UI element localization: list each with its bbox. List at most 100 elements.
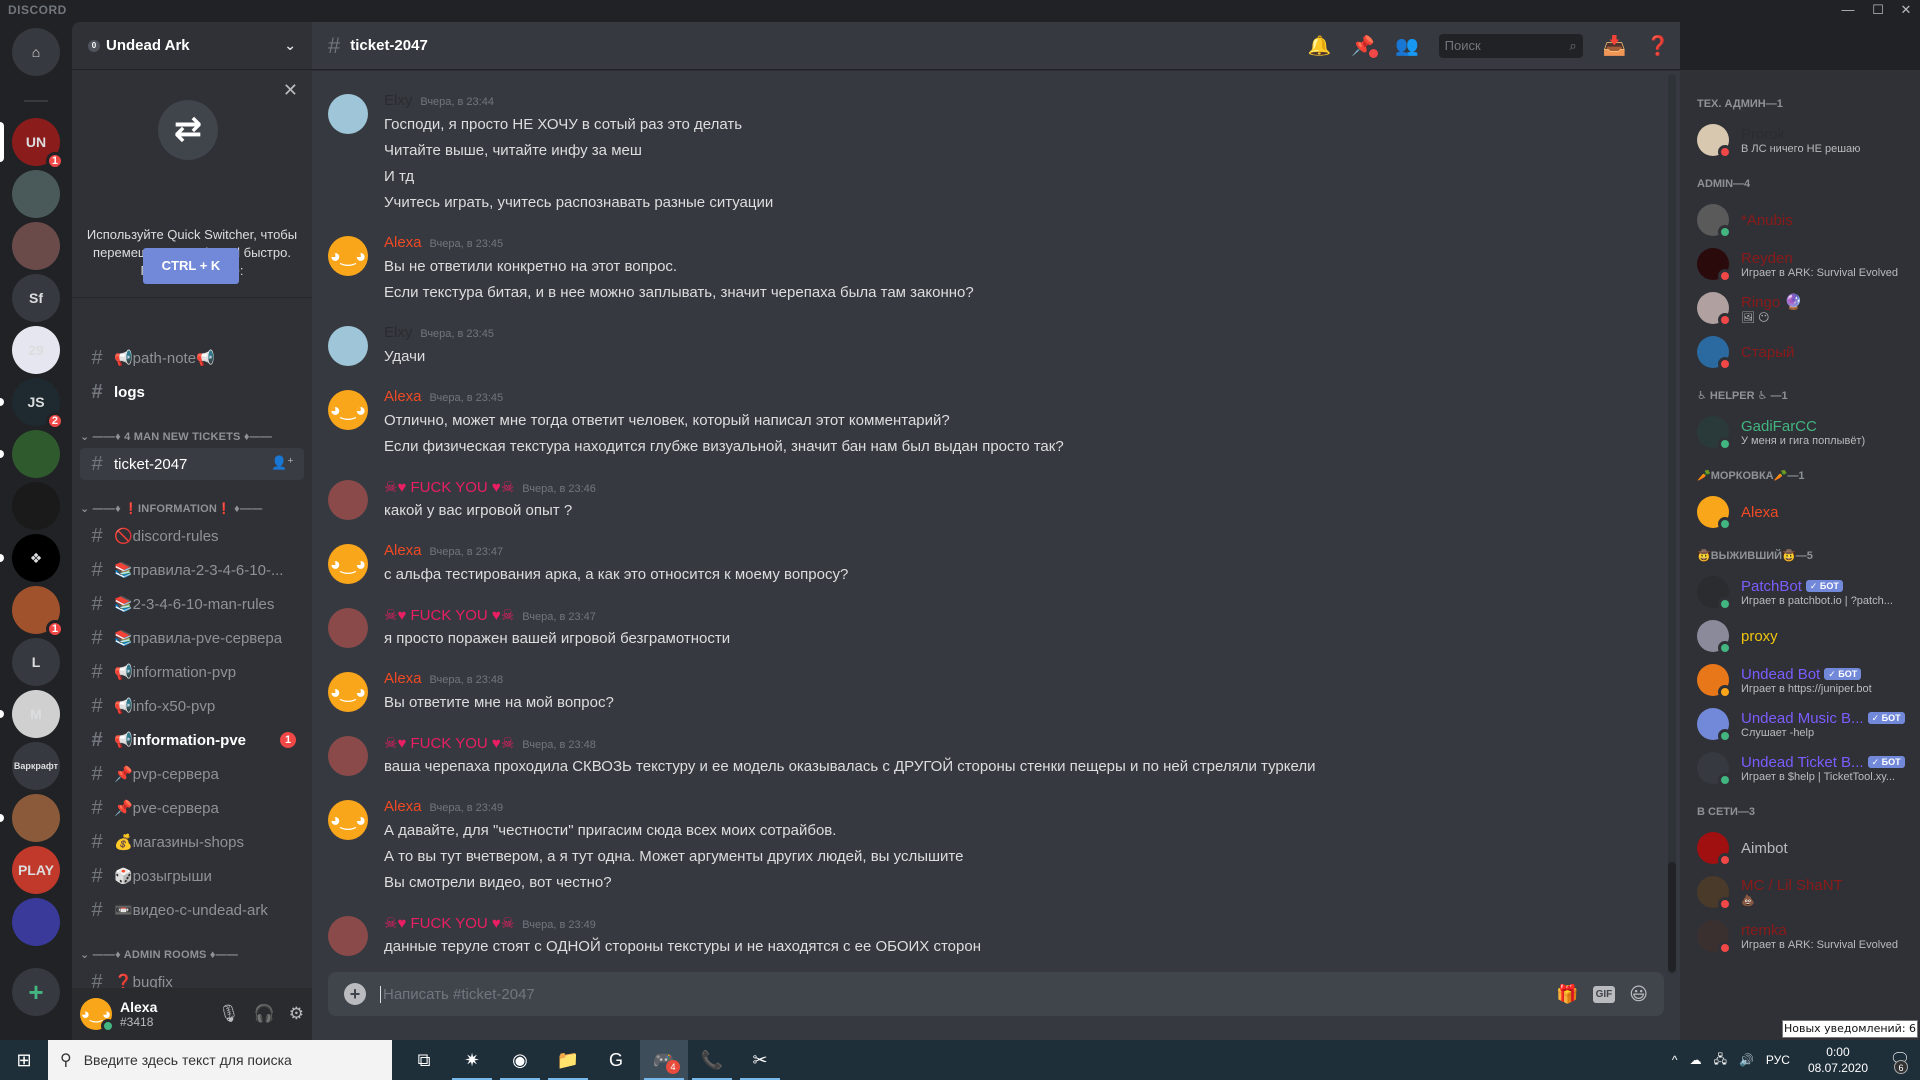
channel-item[interactable]: # ticket-2047 👤⁺ xyxy=(80,448,304,480)
discord-taskbar-icon[interactable]: 🎮 4 xyxy=(640,1040,688,1080)
author-avatar[interactable] xyxy=(328,608,368,648)
logitech-g-taskbar-icon[interactable]: G xyxy=(592,1040,640,1080)
server-icon[interactable]: ❖ xyxy=(0,534,60,582)
gif-icon[interactable]: GIF xyxy=(1592,985,1616,1003)
channel-category[interactable]: ⌄ ——♦ ❗INFORMATION❗ ♦—— xyxy=(72,490,312,518)
close-icon[interactable]: ✕ xyxy=(283,80,298,101)
author-avatar[interactable] xyxy=(328,480,368,520)
settings-gear-icon[interactable]: ⚙ xyxy=(289,1004,304,1024)
message-author[interactable]: Elxy xyxy=(384,324,412,341)
network-icon[interactable]: 🖧 xyxy=(1714,1050,1727,1071)
member-item[interactable]: Alexa xyxy=(1697,490,1912,534)
message-author[interactable]: Alexa xyxy=(384,798,422,815)
viber-taskbar-icon[interactable]: 📞 xyxy=(688,1040,736,1080)
chrome-taskbar-icon[interactable]: ◉ xyxy=(496,1040,544,1080)
close-window-button[interactable]: ✕ xyxy=(1892,0,1920,22)
upload-plus-icon[interactable]: + xyxy=(344,983,366,1005)
maximize-button[interactable]: ☐ xyxy=(1864,0,1892,22)
windows-start-icon[interactable]: ⊞ xyxy=(0,1040,48,1080)
message-author[interactable]: Elxy xyxy=(384,92,412,109)
server-icon[interactable]: UN 1 xyxy=(0,118,64,170)
message-author[interactable]: Alexa xyxy=(384,670,422,687)
channel-item[interactable]: # 📚правила-pve-сервера xyxy=(80,622,304,654)
server-icon[interactable] xyxy=(12,482,60,530)
channel-item[interactable]: # 📌pve-сервера xyxy=(80,792,304,824)
member-item[interactable]: *Anubis xyxy=(1697,198,1912,242)
inbox-icon[interactable]: 📥 xyxy=(1603,34,1627,58)
channel-item[interactable]: # logs xyxy=(80,376,304,408)
server-icon[interactable] xyxy=(12,222,60,270)
server-icon[interactable] xyxy=(12,898,60,946)
taskbar-search-input[interactable]: ⚲ Введите здесь текст для поиска xyxy=(48,1040,392,1080)
author-avatar[interactable] xyxy=(328,326,368,366)
member-item[interactable]: Ringo 🔮 🖼 😶 xyxy=(1697,286,1912,330)
volume-icon[interactable]: 🔊 xyxy=(1739,1053,1754,1067)
message-scrollbar[interactable] xyxy=(1668,74,1676,974)
channel-item[interactable]: # 📢path-note📢 xyxy=(80,342,304,374)
author-avatar[interactable]: ◕‿◕ xyxy=(328,800,368,840)
channel-item[interactable]: # 📚2-3-4-6-10-man-rules xyxy=(80,588,304,620)
channel-item[interactable]: # 📌pvp-сервера xyxy=(80,758,304,790)
invite-member-icon[interactable]: 👤⁺ xyxy=(271,455,294,471)
tray-chevron-icon[interactable]: ^ xyxy=(1672,1053,1678,1067)
cloud-icon[interactable]: ☁ xyxy=(1690,1053,1702,1067)
headphones-icon[interactable]: 🎧 xyxy=(254,1004,275,1024)
message-author[interactable]: ☠♥ FUCK YOU ♥☠ xyxy=(384,734,514,752)
channel-item[interactable]: # 📢information-pvp xyxy=(80,656,304,688)
member-item[interactable]: rtemka Играет в ARK: Survival Evolved xyxy=(1697,914,1912,958)
member-list-icon[interactable]: 👥 xyxy=(1395,34,1419,58)
message-author[interactable]: Alexa xyxy=(384,234,422,251)
emoji-icon[interactable]: 😃 xyxy=(1629,984,1648,1005)
channel-item[interactable]: # 🎲розыгрыши xyxy=(80,860,304,892)
help-icon[interactable]: ❓ xyxy=(1646,34,1670,58)
server-icon[interactable]: PLAY xyxy=(12,846,60,894)
server-icon[interactable]: 1 xyxy=(12,586,64,638)
server-icon[interactable] xyxy=(0,430,60,478)
channel-item[interactable]: # 📚правила-2-3-4-6-10-... xyxy=(80,554,304,586)
server-icon[interactable]: JS 2 xyxy=(0,378,64,430)
file-explorer-taskbar-icon[interactable]: 📁 xyxy=(544,1040,592,1080)
channel-item[interactable]: # 📼видео-с-undead-ark xyxy=(80,894,304,926)
channel-category[interactable]: ⌄ ——♦ 4 MAN NEW TICKETS ♦—— xyxy=(72,418,312,446)
author-avatar[interactable] xyxy=(328,94,368,134)
minimize-button[interactable]: — xyxy=(1834,0,1862,22)
author-avatar[interactable]: ◕‿◕ xyxy=(328,544,368,584)
search-input[interactable]: Поиск ⌕ xyxy=(1438,34,1583,58)
server-icon[interactable]: 29 xyxy=(12,326,60,374)
scrollbar-thumb[interactable] xyxy=(1668,862,1676,972)
author-avatar[interactable] xyxy=(328,916,368,956)
message-author[interactable]: Alexa xyxy=(384,388,422,405)
member-item[interactable]: Старый xyxy=(1697,330,1912,374)
server-icon[interactable]: Sf xyxy=(12,274,60,322)
language-indicator[interactable]: РУС xyxy=(1766,1053,1790,1067)
member-item[interactable]: Reyden Играет в ARK: Survival Evolved xyxy=(1697,242,1912,286)
message-input[interactable] xyxy=(380,985,1543,1003)
user-avatar[interactable]: ◕‿◕ xyxy=(80,998,115,1033)
channel-item[interactable]: # 🚫discord-rules xyxy=(80,520,304,552)
member-item[interactable]: MC / Lil ShaNT 💩 xyxy=(1697,870,1912,914)
message-author[interactable]: ☠♥ FUCK YOU ♥☠ xyxy=(384,478,514,496)
author-avatar[interactable]: ◕‿◕ xyxy=(328,390,368,430)
message-author[interactable]: ☠♥ FUCK YOU ♥☠ xyxy=(384,914,514,932)
server-icon[interactable] xyxy=(0,794,60,842)
home-button[interactable]: ⌂ xyxy=(12,28,60,76)
bell-icon[interactable]: 🔔 xyxy=(1308,34,1332,58)
channel-item[interactable]: # 📢info-x50-pvp xyxy=(80,690,304,722)
quick-switcher-shortcut-button[interactable]: CTRL + K xyxy=(143,248,239,284)
channel-item[interactable]: # 💰магазины-shops xyxy=(80,826,304,858)
member-item[interactable]: Aimbot xyxy=(1697,826,1912,870)
server-icon[interactable]: L xyxy=(12,638,60,686)
microphone-icon[interactable]: 🎙 xyxy=(218,1004,240,1024)
member-item[interactable]: proxy xyxy=(1697,614,1912,658)
member-item[interactable]: Undead Bot ✓ БОТ Играет в https://juniper.… xyxy=(1697,658,1912,702)
battlenet-taskbar-icon[interactable]: ✷ xyxy=(448,1040,496,1080)
member-item[interactable]: PatchBot ✓ БОТ Играет в patchbot.io | ?pat… xyxy=(1697,570,1912,614)
clock[interactable]: 0:00 08.07.2020 xyxy=(1808,1044,1868,1076)
channel-item[interactable]: # 📢information-pve 1 xyxy=(80,724,304,756)
pin-icon[interactable]: 📌 xyxy=(1351,34,1378,58)
author-avatar[interactable]: ◕‿◕ xyxy=(328,672,368,712)
member-item[interactable]: GadiFarCC У меня и гига поплывёт) xyxy=(1697,410,1912,454)
message-author[interactable]: Alexa xyxy=(384,542,422,559)
snipping-tool-taskbar-icon[interactable]: ✂ xyxy=(736,1040,784,1080)
guild-header[interactable]: 0 Undead Ark ⌄ xyxy=(72,22,312,70)
